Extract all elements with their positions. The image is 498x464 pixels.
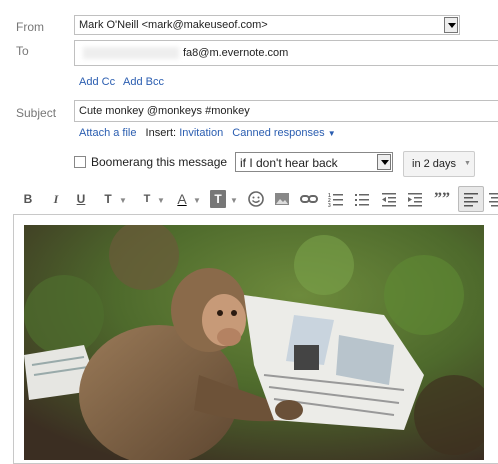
chevron-down-icon[interactable] [444, 17, 458, 33]
font-caret-icon[interactable]: ▼ [119, 190, 127, 208]
bullet-list-icon[interactable] [354, 190, 370, 208]
font-size-button[interactable]: T [138, 190, 156, 208]
numbered-list-icon[interactable]: 123 [328, 190, 344, 208]
boomerang-checkbox[interactable] [74, 156, 86, 168]
quote-icon[interactable]: ”” [434, 190, 450, 208]
boomerang-duration-value: in 2 days [412, 158, 457, 170]
font-icon: T [104, 192, 112, 206]
align-left-button[interactable] [458, 186, 484, 212]
to-label: To [16, 44, 29, 58]
canned-responses-link[interactable]: Canned responses [232, 127, 324, 139]
quote-glyph: ”” [434, 190, 450, 207]
boomerang-duration-button[interactable]: in 2 days ▼ [403, 151, 475, 177]
invitation-link[interactable]: Invitation [179, 127, 223, 139]
monkey-photo-drawing [24, 225, 484, 460]
italic-button[interactable]: I [50, 190, 62, 208]
attach-row: Attach a file Insert: Invitation Canned … [79, 127, 336, 139]
align-left-icon [464, 193, 478, 207]
bold-button[interactable]: B [22, 190, 34, 208]
blurred-recipient [83, 47, 179, 59]
from-value: Mark O'Neill <mark@makeuseof.com> [79, 19, 268, 31]
attach-file-link[interactable]: Attach a file [79, 127, 136, 139]
monkey-photo [24, 225, 484, 460]
font-button[interactable]: T [101, 190, 115, 208]
size-caret-icon[interactable]: ▼ [157, 190, 165, 208]
bg-color-button[interactable]: T [210, 190, 226, 208]
subject-field[interactable]: Cute monkey @monkeys #monkey [74, 100, 498, 122]
link-icon[interactable] [299, 190, 319, 208]
bg-caret-icon[interactable]: ▼ [230, 190, 238, 208]
image-icon[interactable] [274, 190, 290, 208]
align-center-icon[interactable] [488, 190, 498, 208]
chevron-down-icon[interactable] [377, 154, 391, 170]
indent-more-icon[interactable] [407, 190, 423, 208]
svg-text:3: 3 [328, 203, 331, 208]
color-caret-icon[interactable]: ▼ [193, 190, 201, 208]
indent-less-icon[interactable] [381, 190, 397, 208]
subject-value: Cute monkey @monkeys #monkey [79, 105, 250, 117]
text-color-button[interactable]: A [174, 190, 190, 208]
bg-color-icon: T [214, 192, 222, 206]
boomerang-condition-value: if I don't hear back [240, 156, 338, 170]
underline-button[interactable]: U [74, 190, 88, 208]
font-size-icon: T [143, 193, 151, 205]
add-bcc-text: Add Bcc [123, 76, 164, 88]
add-cc-text: Add Cc [79, 76, 116, 88]
from-label: From [16, 20, 44, 34]
add-cc-link[interactable]: Add Cc [79, 74, 115, 88]
boomerang-label: Boomerang this message [91, 155, 228, 169]
subject-label: Subject [16, 106, 57, 120]
to-value: fa8@m.evernote.com [183, 47, 289, 59]
emoji-icon[interactable] [247, 190, 265, 208]
from-select[interactable]: Mark O'Neill <mark@makeuseof.com> [74, 15, 460, 35]
to-field[interactable]: fa8@m.evernote.com [74, 40, 498, 66]
insert-label: Insert: [145, 127, 177, 139]
canned-caret-icon[interactable]: ▼ [328, 129, 336, 138]
add-bcc-link[interactable]: Add Bcc [123, 74, 164, 88]
chevron-down-icon: ▼ [464, 160, 471, 167]
boomerang-condition-select[interactable]: if I don't hear back [235, 152, 393, 172]
text-color-icon: A [177, 191, 187, 207]
